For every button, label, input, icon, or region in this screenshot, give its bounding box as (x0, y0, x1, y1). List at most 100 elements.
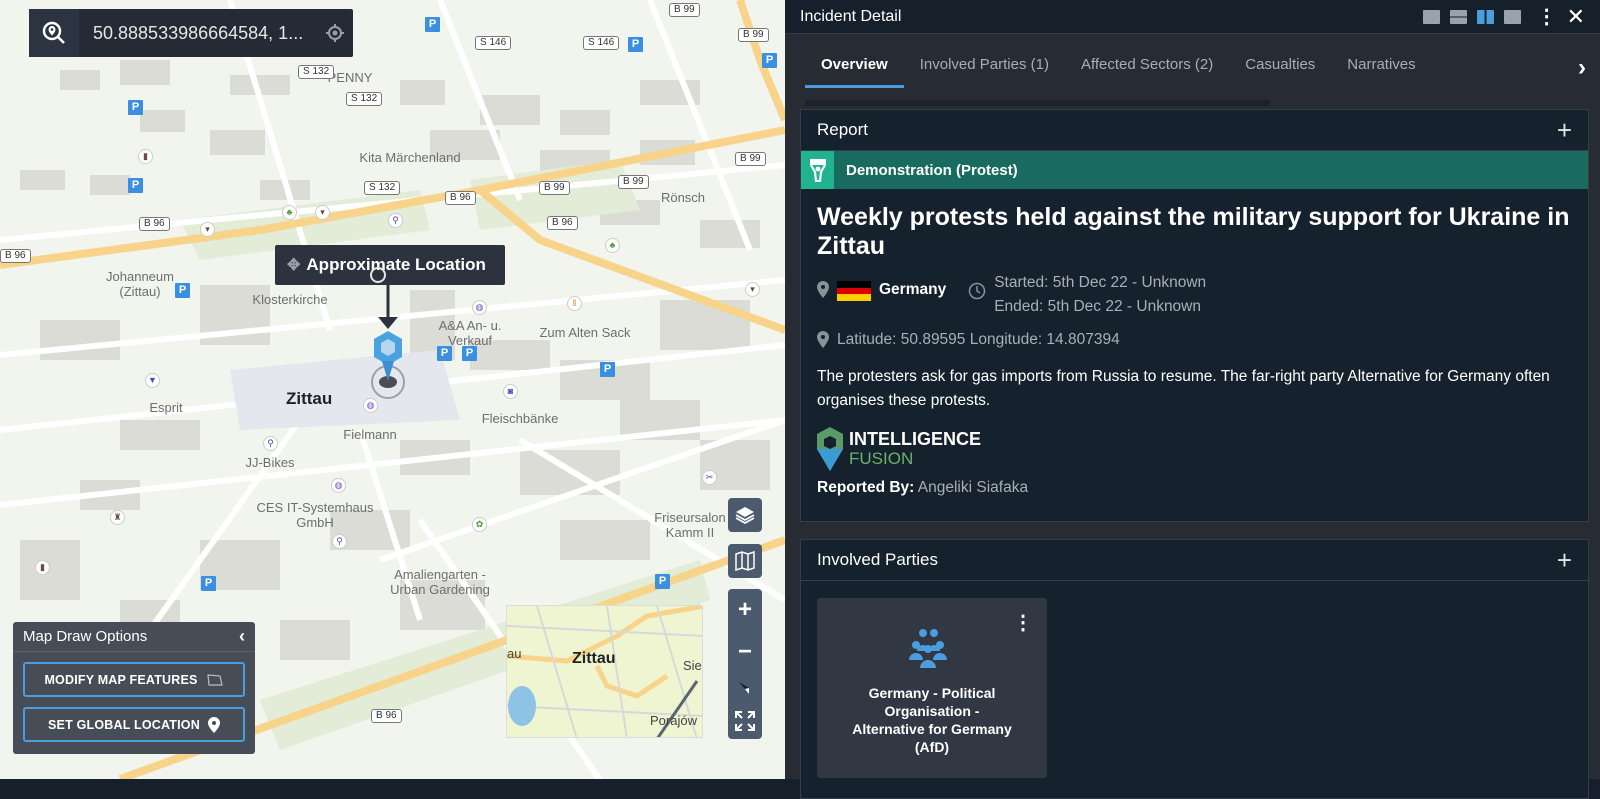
tab-casualties[interactable]: Casualties (1229, 56, 1331, 88)
button-label: MODIFY MAP FEATURES (44, 672, 198, 687)
expand-icon[interactable] (734, 710, 756, 732)
incident-detail-panel: Incident Detail ⋮ ✕ Overview Involved Pa… (785, 0, 1600, 799)
road-shield: B 99 (539, 181, 570, 195)
tree-icon: ♣ (282, 205, 297, 220)
garden-icon: ✿ (472, 517, 487, 532)
map-place-label: Klosterkirche (252, 292, 328, 307)
parking-icon: P (462, 346, 477, 361)
parking-icon: P (762, 53, 777, 68)
map-place-label: Fleischbänke (481, 411, 559, 426)
map-pin-icon (207, 716, 220, 733)
collapse-chevron-icon[interactable]: ‹ (239, 626, 245, 647)
map-place-label: Zum Alten Sack (539, 325, 631, 340)
location-time-row: Germany Started: 5th Dec 22 - Unknown En… (801, 261, 1588, 319)
report-header: Report (817, 120, 869, 139)
cafe-icon: ▾ (200, 222, 215, 237)
involved-parties-header: Involved Parties (817, 550, 938, 569)
germany-flag-icon (837, 281, 871, 302)
bicycle-icon: ⚲ (388, 213, 403, 228)
crosshair-icon[interactable] (317, 23, 353, 43)
road-shield: B 99 (735, 152, 766, 166)
incident-description: The protesters ask for gas imports from … (817, 368, 1550, 409)
coordinate-search[interactable]: 50.888533986664584, 1... (29, 9, 353, 57)
started-date: Started: 5th Dec 22 - Unknown (994, 274, 1207, 291)
reported-by-row: Reported By: Angeliki Siafaka (801, 471, 1588, 497)
maximize-icon[interactable] (1503, 9, 1521, 24)
split-vertical-icon[interactable] (1476, 9, 1494, 24)
tab-involved-parties[interactable]: Involved Parties (1) (904, 56, 1065, 88)
shop-icon: ◍ (363, 398, 378, 413)
coordinate-input[interactable]: 50.888533986664584, 1... (79, 23, 317, 44)
overview-minimap[interactable]: Zittau Sie Porajów au (506, 605, 703, 738)
tree-icon: ♣ (605, 238, 620, 253)
layers-icon (735, 507, 755, 525)
tab-affected-sectors[interactable]: Affected Sectors (2) (1065, 56, 1229, 88)
road-shield: B 96 (547, 216, 578, 230)
minimap-label: Porajów (650, 713, 697, 728)
bicycle-icon: ⚲ (263, 436, 278, 451)
map-place-label: JJ-Bikes (245, 455, 295, 470)
map-place-label: PENNY (327, 70, 373, 85)
more-options-icon[interactable]: ⋮ (1013, 610, 1033, 635)
move-icon[interactable]: ✥ (287, 255, 300, 275)
map-place-label: Johanneum (Zittau) (106, 269, 174, 299)
reported-by-label: Reported By: (817, 479, 915, 496)
modify-map-features-button[interactable]: MODIFY MAP FEATURES (23, 662, 245, 697)
panel-title: Incident Detail (800, 7, 902, 25)
logo-text-line2: FUSION (849, 449, 914, 468)
party-card[interactable]: ⋮ Germany - Political Organisation - Alt… (817, 598, 1047, 778)
parking-icon: P (437, 346, 452, 361)
road-shield: S 146 (583, 36, 620, 50)
split-horizontal-icon[interactable] (1449, 9, 1467, 24)
search-location-icon[interactable] (29, 9, 79, 57)
minimap-city-label: Zittau (572, 650, 616, 667)
incident-title: Weekly protests held against the militar… (817, 203, 1570, 260)
category-bar: Demonstration (Protest) (801, 151, 1588, 189)
shop-icon: ◍ (331, 478, 346, 493)
ended-date: Ended: 5th Dec 22 - Unknown (994, 298, 1201, 315)
clothes-icon: ▼ (145, 373, 160, 388)
map-place-label: Kita Märchenland (359, 150, 461, 165)
road-shield: S 132 (346, 92, 383, 106)
compass-icon[interactable] (737, 680, 753, 696)
tabs-scroll-right-icon[interactable]: › (1578, 54, 1586, 82)
map-place-label: Rönsch (660, 190, 706, 205)
add-icon[interactable]: + (1557, 547, 1572, 573)
map-view[interactable]: 50.888533986664584, 1... PENNY Kita Märch… (0, 0, 785, 779)
logo-text-line1: INTELLIGENCE (849, 429, 982, 449)
layers-button[interactable] (728, 498, 762, 532)
protest-icon (801, 151, 834, 189)
location-pin-icon (817, 331, 829, 348)
tab-narratives[interactable]: Narratives (1331, 56, 1431, 88)
road-shield: S 132 (364, 181, 401, 195)
map-icon (735, 550, 755, 572)
hairdresser-icon: ✂ (702, 470, 717, 485)
parking-icon: P (425, 17, 440, 32)
set-global-location-button[interactable]: SET GLOBAL LOCATION (23, 707, 245, 742)
parking-icon: P (600, 362, 615, 377)
map-place-label: CES IT-Systemhaus GmbH (256, 500, 374, 530)
party-name: Germany - Political Organisation - Alter… (852, 685, 1012, 755)
horizontal-scrollbar[interactable] (805, 100, 1270, 106)
map-place-label: Esprit (149, 400, 183, 415)
basemap-button[interactable] (728, 544, 762, 578)
add-icon[interactable]: + (1557, 117, 1572, 143)
museum-icon: ▮ (35, 560, 50, 575)
minimize-icon[interactable] (1422, 9, 1440, 24)
group-icon (909, 629, 947, 668)
tab-overview[interactable]: Overview (805, 56, 904, 88)
polygon-icon (206, 673, 223, 686)
reporter-name: Angeliki Siafaka (917, 479, 1029, 496)
more-options-icon[interactable]: ⋮ (1537, 4, 1557, 29)
road-shield: B 96 (0, 249, 31, 263)
map-place-label: A&A An- u. Verkauf (438, 318, 502, 348)
category-label: Demonstration (Protest) (846, 161, 1018, 179)
bicycle-icon: ⚲ (332, 534, 347, 549)
close-icon[interactable]: ✕ (1567, 4, 1585, 30)
road-shield: S 132 (298, 65, 335, 79)
map-place-label: Friseursalon Kamm II (654, 510, 726, 540)
road-shield: B 96 (371, 709, 402, 723)
zoom-in-button[interactable]: + (738, 596, 752, 624)
location-marker[interactable] (370, 265, 410, 390)
zoom-out-button[interactable]: − (738, 638, 752, 666)
